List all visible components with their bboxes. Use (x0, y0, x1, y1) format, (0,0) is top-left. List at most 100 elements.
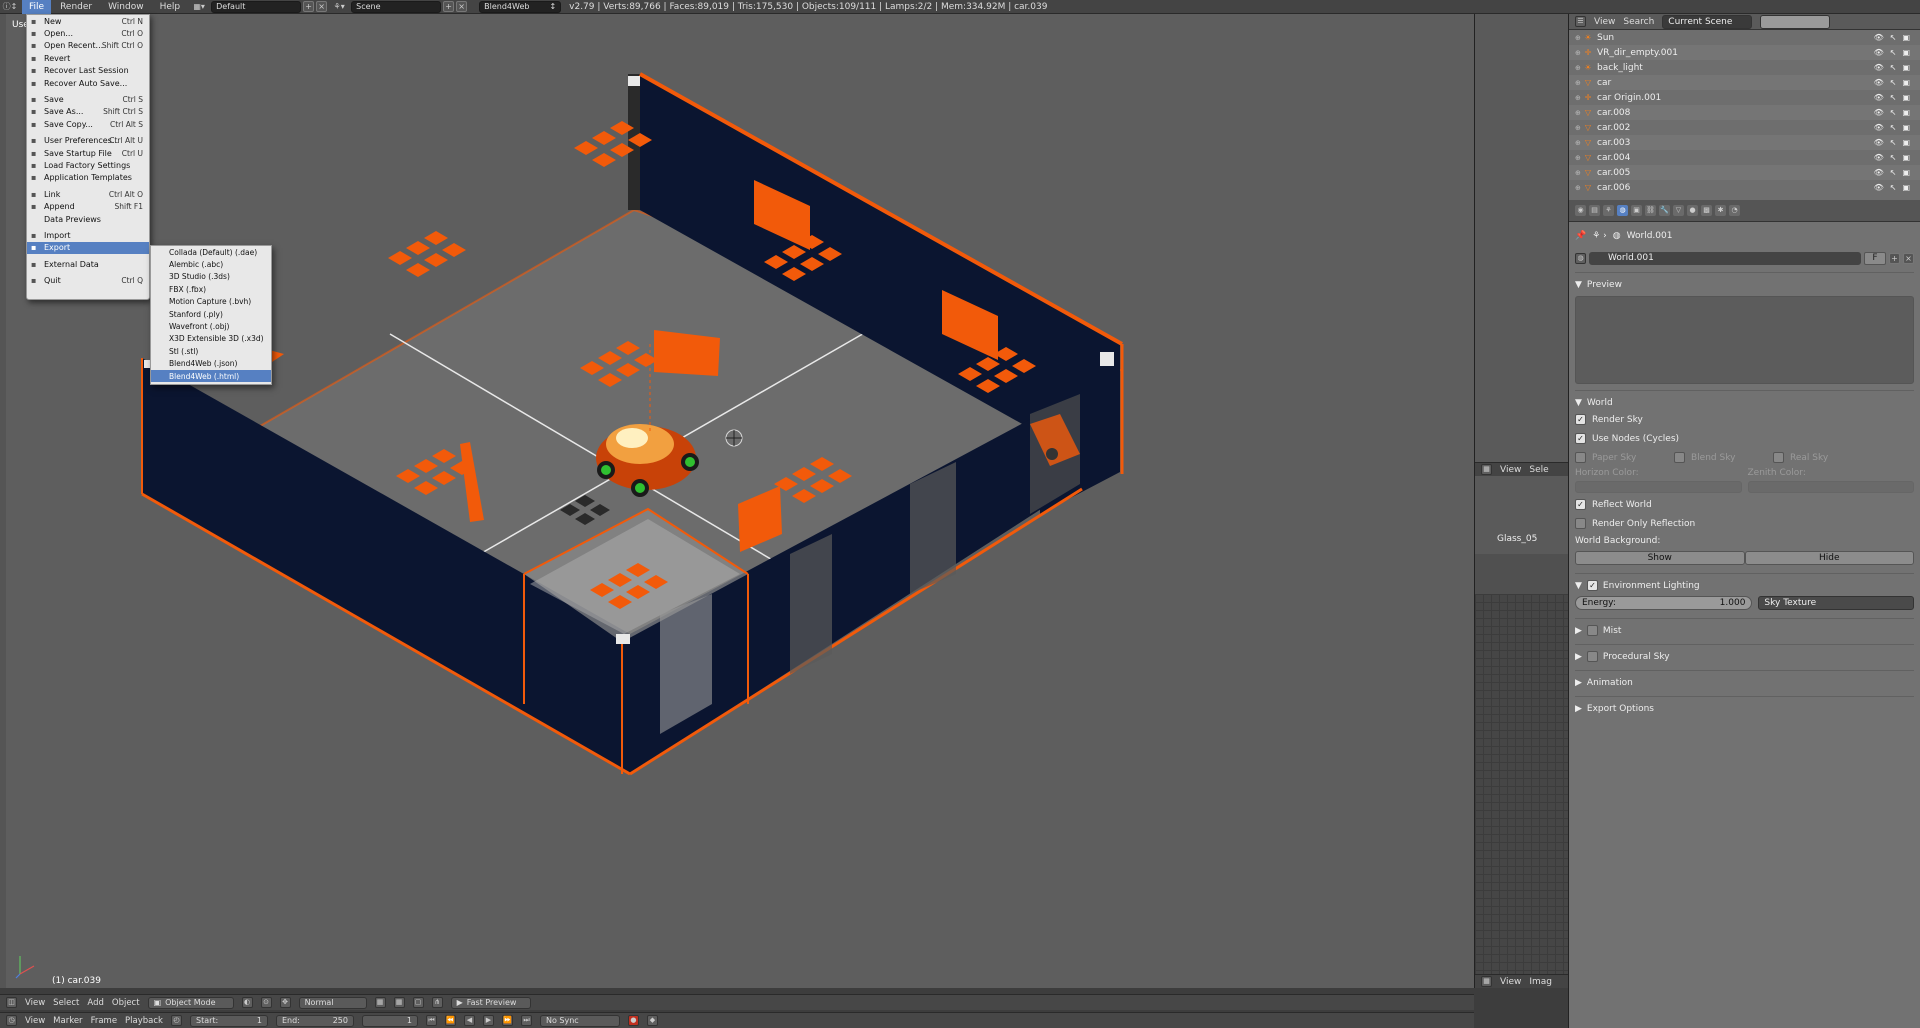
expand-icon[interactable]: ⊕ (1575, 139, 1583, 147)
export-menu-item[interactable]: Stanford (.ply) (151, 308, 271, 320)
procedural-sky-header[interactable]: ▶ Procedural Sky (1575, 649, 1914, 664)
lock-layer-icon[interactable]: ▢ (412, 997, 424, 1008)
file-menu-item[interactable]: ▪ External Data (27, 258, 149, 270)
cursor-icon[interactable]: ↖ (1890, 63, 1897, 72)
reflect-world-row[interactable]: ✓ Reflect World (1575, 495, 1914, 514)
editor-type-icon[interactable]: ▦ (1481, 976, 1492, 987)
object-mode-dropdown[interactable]: ▣ Object Mode (147, 996, 234, 1009)
start-frame-field[interactable]: Start: 1 (189, 1014, 268, 1027)
eye-icon[interactable]: 👁 (1874, 108, 1884, 117)
cursor-icon[interactable]: ↖ (1890, 123, 1897, 132)
eye-icon[interactable]: 👁 (1874, 153, 1884, 162)
layers-grid-icon-2[interactable]: ▦ (393, 997, 405, 1008)
file-menu-item[interactable]: ▪ Export (27, 241, 149, 255)
export-menu-item[interactable]: 3D Studio (.3ds) (151, 271, 271, 283)
add-scene-button[interactable]: + (443, 1, 455, 12)
fake-user-button[interactable]: F (1864, 251, 1886, 265)
file-menu-item[interactable]: ▪ Recover Last Session (27, 65, 149, 77)
export-options-header[interactable]: ▶ Export Options (1575, 701, 1914, 716)
real-sky-checkbox[interactable] (1773, 452, 1784, 463)
outliner-row[interactable]: ⊕ ☀ back_light 👁 ↖ ▣ (1569, 60, 1920, 75)
view3d-menu-add[interactable]: Add (87, 998, 103, 1008)
new-world-button[interactable]: + (1889, 252, 1900, 264)
camera-icon[interactable]: ▣ (1902, 63, 1910, 72)
eye-icon[interactable]: 👁 (1874, 93, 1884, 102)
mid-menu-select[interactable]: Sele (1529, 465, 1548, 475)
world-tab-icon[interactable]: ◍ (1617, 205, 1628, 216)
jump-end-icon[interactable]: ⏭ (520, 1015, 532, 1026)
expand-icon[interactable]: ⊕ (1575, 154, 1583, 162)
scene-selector[interactable]: Scene (351, 0, 442, 13)
world-name-field[interactable]: World.001 (1589, 251, 1861, 265)
expand-icon[interactable]: ⊕ (1575, 124, 1583, 132)
file-menu-item[interactable]: ▪ Save Startup File Ctrl U (27, 147, 149, 159)
menu-window[interactable]: Window (101, 0, 151, 14)
outliner-display-mode[interactable]: Current Scene (1662, 14, 1753, 29)
render-only-reflection-row[interactable]: Render Only Reflection (1575, 514, 1914, 533)
env-lighting-header[interactable]: ▼ ✓ Environment Lighting (1575, 578, 1914, 593)
file-menu-item[interactable]: ▪ Quit Ctrl Q (27, 274, 149, 286)
mid-menu-view-2[interactable]: View (1500, 977, 1521, 987)
file-menu-item[interactable]: ▪ Save Ctrl S (27, 93, 149, 105)
layers-tab-icon[interactable]: ▤ (1589, 205, 1600, 216)
camera-icon[interactable]: ▣ (1902, 138, 1910, 147)
cursor-icon[interactable]: ↖ (1890, 168, 1897, 177)
particles-tab-icon[interactable]: ✱ (1715, 205, 1726, 216)
pin-icon[interactable]: 📌 (1575, 231, 1586, 241)
camera-icon[interactable]: ▣ (1902, 153, 1910, 162)
render-only-reflection-checkbox[interactable] (1575, 518, 1586, 529)
camera-icon[interactable]: ▣ (1902, 183, 1910, 192)
mist-header[interactable]: ▶ Mist (1575, 623, 1914, 638)
outliner-view-menu[interactable]: View (1594, 17, 1615, 27)
3d-viewport[interactable]: User (1) car.039 (0, 14, 1474, 988)
animation-header[interactable]: ▶ Animation (1575, 675, 1914, 690)
outliner-row[interactable]: ⊕ ▽ car 👁 ↖ ▣ (1569, 75, 1920, 90)
mid-menu-view[interactable]: View (1500, 465, 1521, 475)
manipulator-icon[interactable]: ✥ (279, 997, 291, 1008)
snap-icon[interactable]: ⋔ (431, 997, 443, 1008)
export-menu-item[interactable]: Wavefront (.obj) (151, 320, 271, 332)
outliner-row[interactable]: ⊕ ✛ car Origin.001 👁 ↖ ▣ (1569, 90, 1920, 105)
cursor-icon[interactable]: ↖ (1890, 33, 1897, 42)
texture-tab-icon[interactable]: ▩ (1701, 205, 1712, 216)
eye-icon[interactable]: 👁 (1874, 138, 1884, 147)
timeline-menu-marker[interactable]: Marker (53, 1016, 82, 1026)
export-menu-item[interactable]: Motion Capture (.bvh) (151, 296, 271, 308)
sync-dropdown[interactable]: No Sync (539, 1014, 620, 1027)
file-menu-item[interactable]: ▪ Application Templates (27, 172, 149, 184)
view3d-menu-object[interactable]: Object (112, 998, 140, 1008)
file-menu-item[interactable]: ▪ User Preferences... Ctrl Alt U (27, 135, 149, 147)
expand-icon[interactable]: ⊕ (1575, 79, 1583, 87)
outliner-row[interactable]: ⊕ ▽ car.004 👁 ↖ ▣ (1569, 150, 1920, 165)
prev-keyframe-icon[interactable]: ⏪ (444, 1015, 456, 1026)
world-browse-icon[interactable]: ◍ (1575, 252, 1586, 264)
expand-icon[interactable]: ⊕ (1575, 169, 1583, 177)
expand-icon[interactable]: ⊕ (1575, 94, 1583, 102)
export-menu-item[interactable]: Stl (.stl) (151, 345, 271, 357)
cursor-icon[interactable]: ↖ (1890, 183, 1897, 192)
layout-selector[interactable]: Default (211, 0, 302, 13)
outliner-row[interactable]: ⊕ ▽ car.006 👁 ↖ ▣ (1569, 180, 1920, 195)
object-tab-icon[interactable]: ▣ (1631, 205, 1642, 216)
export-menu-item[interactable]: Blend4Web (.html) (151, 369, 271, 383)
play-reverse-icon[interactable]: ◀ (463, 1015, 475, 1026)
eye-icon[interactable]: 👁 (1874, 33, 1884, 42)
file-menu-item[interactable]: ▪ Load Factory Settings (27, 159, 149, 171)
outliner-row[interactable]: ⊕ ✛ VR_dir_empty.001 👁 ↖ ▣ (1569, 45, 1920, 60)
camera-icon[interactable]: ▣ (1902, 93, 1910, 102)
info-editor-icon[interactable]: ⓘ↕ (0, 1, 20, 13)
unlink-world-button[interactable]: × (1903, 252, 1914, 264)
timeline-editor-icon[interactable]: ◷ (6, 1015, 17, 1026)
camera-icon[interactable]: ▣ (1902, 48, 1910, 57)
transform-orientation-dropdown[interactable]: Normal (298, 996, 367, 1009)
fast-preview-button[interactable]: ▶ Fast Preview (450, 996, 531, 1009)
paper-sky-checkbox[interactable] (1575, 452, 1586, 463)
cursor-icon[interactable]: ↖ (1890, 93, 1897, 102)
preview-header[interactable]: ▼ Preview (1575, 277, 1914, 292)
sky-texture-dropdown[interactable]: Sky Texture (1758, 595, 1914, 610)
eye-icon[interactable]: 👁 (1874, 48, 1884, 57)
camera-icon[interactable]: ▣ (1902, 78, 1910, 87)
menu-render[interactable]: Render (53, 0, 99, 14)
add-layout-button[interactable]: + (303, 1, 315, 12)
export-menu-item[interactable]: Blend4Web (.json) (151, 358, 271, 370)
